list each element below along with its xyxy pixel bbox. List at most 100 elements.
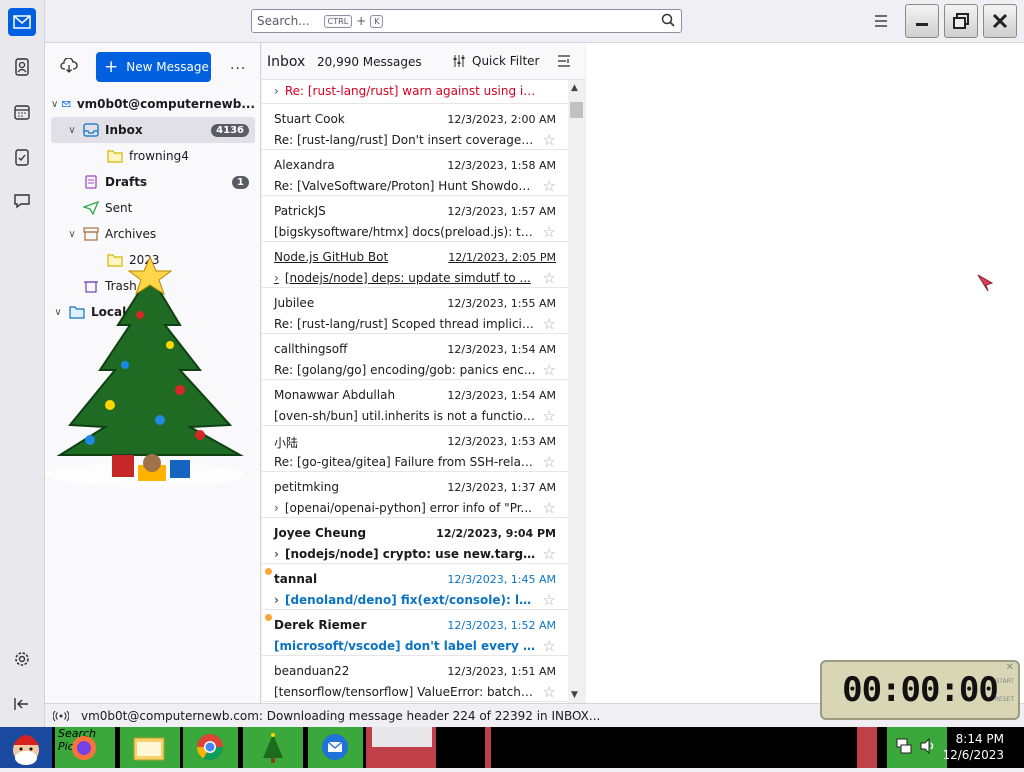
taskbar-thunderbird[interactable]	[308, 727, 363, 768]
star-icon[interactable]: ☆	[543, 683, 556, 701]
thread-row[interactable]: petitmking 12/3/2023, 1:37 AM › [openai/o…	[262, 472, 568, 518]
folder-icon	[107, 150, 123, 163]
account-name: vm0b0t@computernewb...	[76, 97, 255, 111]
thread-row[interactable]: PatrickJS 12/3/2023, 1:57 AM [bigskysoft…	[262, 196, 568, 242]
close-button[interactable]	[983, 4, 1017, 38]
star-icon[interactable]: ☆	[543, 453, 556, 471]
thread-date: 12/3/2023, 1:37 AM	[447, 481, 556, 494]
system-tray[interactable]	[887, 727, 947, 768]
account-row[interactable]: ∨ vm0b0t@computernewb...	[51, 91, 255, 117]
chevron-right-icon[interactable]: ›	[274, 593, 279, 607]
new-message-label: New Message	[126, 60, 209, 74]
taskbar-search[interactable]: Search Pictu	[55, 727, 115, 768]
santa-icon	[13, 735, 39, 765]
thread-scrollbar[interactable]: ▲ ▼	[568, 80, 585, 703]
thread-date: 12/3/2023, 1:57 AM	[447, 205, 556, 218]
calendar-button[interactable]	[8, 98, 36, 126]
folder-drafts[interactable]: Drafts 1	[51, 169, 255, 195]
star-icon[interactable]: ☆	[543, 637, 556, 655]
thread-subject: › [openai/openai-python] error info of "P…	[274, 501, 532, 515]
thread-from: Monawwar Abdullah	[274, 388, 396, 402]
chevron-down-icon[interactable]: ∨	[51, 99, 58, 110]
tray-left	[857, 727, 877, 768]
hamburger-icon	[875, 15, 887, 27]
thread-row[interactable]: beanduan22 12/3/2023, 1:51 AM [tensorflo…	[262, 656, 568, 702]
search-icon[interactable]	[661, 13, 675, 27]
chevron-right-icon[interactable]: ›	[274, 547, 279, 561]
thread-subject: Re: [go-gitea/gitea] Failure from SSH-re…	[274, 455, 536, 469]
chat-button[interactable]	[8, 187, 36, 215]
folder-sent[interactable]: Sent	[51, 195, 255, 221]
thread-row[interactable]: › Re: [rust-lang/rust] warn against using…	[262, 80, 568, 104]
chevron-down-icon[interactable]: ∨	[65, 125, 79, 136]
new-message-button[interactable]: + New Message	[96, 52, 211, 82]
thread-row[interactable]: Alexandra 12/3/2023, 1:58 AM Re: [ValveS…	[262, 150, 568, 196]
collapse-spaces-button[interactable]	[8, 690, 36, 718]
get-messages-button[interactable]	[60, 57, 78, 77]
volume-icon	[920, 737, 934, 755]
folder-pane-more-button[interactable]: ...	[230, 57, 246, 73]
star-icon[interactable]: ☆	[543, 407, 556, 425]
thread-row[interactable]: Derek Riemer 12/3/2023, 1:52 AM [microso…	[262, 610, 568, 656]
start-button[interactable]	[0, 727, 52, 768]
thread-row[interactable]: tannal 12/3/2023, 1:45 AM › [denoland/den…	[262, 564, 568, 610]
restore-button[interactable]	[944, 4, 978, 38]
chevron-right-icon[interactable]: ›	[274, 84, 279, 98]
settings-button[interactable]	[8, 645, 36, 673]
new-message-dot	[265, 614, 272, 621]
thread-row[interactable]: callthingsoff 12/3/2023, 1:54 AM Re: [go…	[262, 334, 568, 380]
star-icon[interactable]: ☆	[543, 545, 556, 563]
chevron-right-icon[interactable]: ›	[274, 501, 279, 515]
thread-row[interactable]: Joyee Cheung 12/2/2023, 9:04 PM › [nodejs…	[262, 518, 568, 564]
clock[interactable]: 8:14 PM 12/6/2023	[942, 731, 1004, 763]
thread-row[interactable]: 小陆 12/3/2023, 1:53 AM Re: [go-gitea/gite…	[262, 426, 568, 472]
xmas-tree-icon	[263, 733, 283, 763]
thread-row[interactable]: Monawwar Abdullah 12/3/2023, 1:54 AM [ov…	[262, 380, 568, 426]
thunderbird-icon	[322, 734, 348, 760]
star-icon[interactable]: ☆	[543, 223, 556, 241]
thread-subject: › [nodejs/node] deps: update simdutf to .…	[274, 271, 531, 285]
taskbar-tree-app[interactable]	[243, 727, 303, 768]
chevron-down-icon[interactable]: ∨	[65, 229, 79, 240]
thread-from: tannal	[274, 572, 318, 586]
star-icon[interactable]: ☆	[543, 591, 556, 609]
folder-inbox[interactable]: ∨ Inbox 4136	[51, 117, 255, 143]
star-icon[interactable]: ☆	[543, 269, 556, 287]
taskbar-item[interactable]	[366, 727, 436, 768]
app-menu-button[interactable]	[871, 12, 891, 30]
star-icon[interactable]: ☆	[543, 177, 556, 195]
thread-row[interactable]: Jubilee 12/3/2023, 1:55 AM Re: [rust-lan…	[262, 288, 568, 334]
thread-subject: Re: [golang/go] encoding/gob: panics enc…	[274, 363, 536, 377]
new-message-dot	[265, 568, 272, 575]
search-input[interactable]: Search... CTRL + K	[251, 9, 682, 33]
scroll-thumb[interactable]	[570, 102, 583, 118]
address-book-button[interactable]	[8, 53, 36, 81]
timer-reset-button[interactable]: RESET	[995, 696, 1014, 703]
thread-date: 12/2/2023, 9:04 PM	[436, 527, 556, 540]
tasks-button[interactable]	[8, 143, 36, 171]
timer-gadget: 00:00:00 START RESET ✕	[820, 660, 1020, 720]
star-icon[interactable]: ☆	[543, 361, 556, 379]
taskbar-chrome[interactable]	[183, 727, 238, 768]
quick-filter-button[interactable]: Quick Filter	[452, 54, 539, 68]
chevron-right-icon[interactable]: ›	[274, 271, 279, 285]
scroll-down-icon[interactable]: ▼	[571, 690, 578, 700]
thread-from: Jubilee	[274, 296, 315, 310]
minimize-button[interactable]	[905, 4, 939, 38]
folder-archives[interactable]: ∨ Archives	[51, 221, 255, 247]
scroll-up-icon[interactable]: ▲	[571, 83, 578, 93]
star-icon[interactable]: ☆	[543, 315, 556, 333]
taskbar-explorer[interactable]	[120, 727, 180, 768]
thread-subject: Re: [rust-lang/rust] Don't insert covera…	[274, 133, 536, 147]
mail-space-button[interactable]	[8, 8, 36, 36]
shortcut-key-k: K	[370, 14, 384, 28]
timer-close-icon[interactable]: ✕	[1006, 662, 1014, 673]
thread-from: petitmking	[274, 480, 339, 494]
display-options-button[interactable]	[556, 53, 572, 72]
folder-frowning4[interactable]: frowning4	[51, 143, 255, 169]
thread-row[interactable]: Stuart Cook 12/3/2023, 2:00 AM Re: [rust…	[262, 104, 568, 150]
thread-row[interactable]: Node.js GitHub Bot 12/1/2023, 2:05 PM ›[…	[262, 242, 568, 288]
timer-start-button[interactable]: START	[995, 678, 1014, 685]
star-icon[interactable]: ☆	[543, 499, 556, 517]
star-icon[interactable]: ☆	[543, 131, 556, 149]
